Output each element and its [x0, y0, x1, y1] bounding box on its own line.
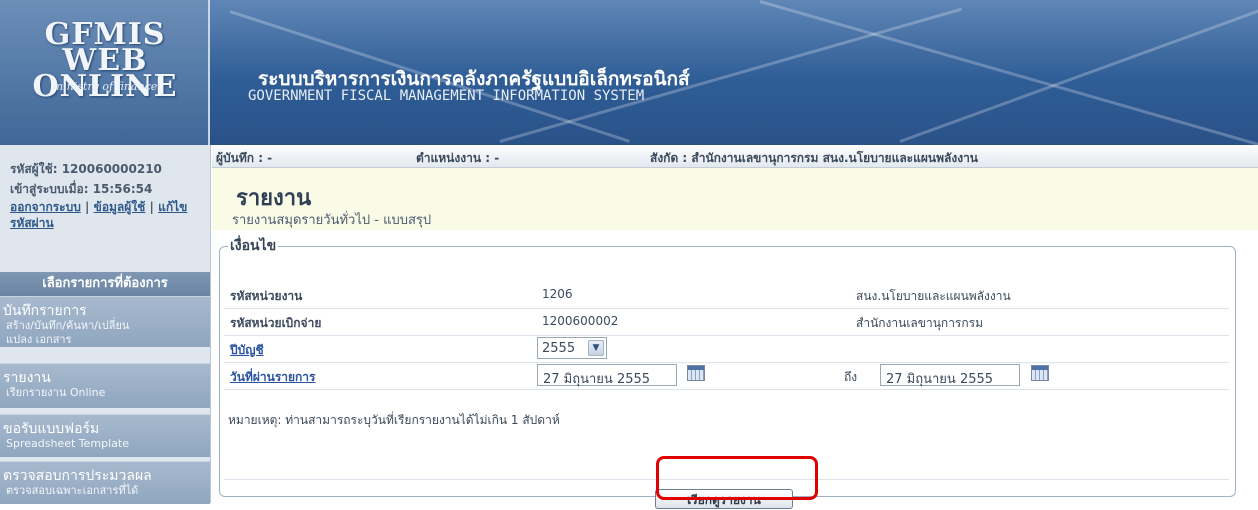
fiscal-year-label[interactable]: ปีบัญชี	[230, 341, 264, 360]
calendar-icon[interactable]	[1031, 365, 1049, 381]
highlight-box	[656, 456, 818, 500]
disbursement-name-value: สำนักงานเลขานุการกรม	[856, 316, 984, 330]
note-text: หมายเหตุ: ท่านสามารถระบุวันที่เรียกรายงา…	[228, 413, 560, 427]
disbursement-code-row: รหัสหน่วยเบิกจ่าย 1200600002 สำนักงานเลข…	[224, 308, 1229, 336]
link-separator: |	[149, 200, 154, 214]
posting-date-row: วันที่ผ่านรายการ 27 มิถุนายน 2555 ถึง 27…	[224, 362, 1229, 390]
recorder-label: ผู้บันทึก : -	[216, 151, 273, 165]
sidebar-item-report[interactable]: รายงาน เรียกรายงาน Online	[0, 363, 210, 408]
posting-date-label[interactable]: วันที่ผ่านรายการ	[230, 368, 316, 387]
header-banner: GFMIS WEB ONLINE ministry of finance ระบ…	[0, 0, 1258, 145]
user-info-bar: ผู้บันทึก : - ตำแหน่งงาน : - สังกัด : สำ…	[212, 145, 1258, 168]
link-separator: |	[85, 200, 90, 214]
sidebar-item-verify[interactable]: ตรวจสอบการประมวลผล ตรวจสอบเฉพาะเอกสารที่…	[0, 461, 210, 504]
logout-link[interactable]: ออกจากระบบ	[10, 200, 81, 214]
gfmis-logo: GFMIS WEB ONLINE ministry of finance	[0, 0, 210, 145]
date-to-input[interactable]: 27 มิถุนายน 2555	[880, 364, 1020, 387]
disbursement-code-value: 1200600002	[542, 314, 619, 328]
calendar-icon[interactable]	[687, 365, 705, 381]
date-from-input[interactable]: 27 มิถุนายน 2555	[537, 364, 677, 387]
sidebar-item-subtitle: เรียกรายงาน Online	[6, 386, 106, 399]
user-info: รหัสผู้ใช้: 120060000210 เข้าสู่ระบบเมื่…	[10, 159, 205, 231]
disbursement-code-label: รหัสหน่วยเบิกจ่าย	[230, 316, 322, 330]
page-subtitle: รายงานสมุดรายวันทั่วไป - แบบสรุป	[232, 213, 432, 228]
unit-code-label: รหัสหน่วยงาน	[230, 289, 303, 303]
affiliation-label: สังกัด : สำนักงานเลขานุการกรม สนง.นโยบาย…	[650, 151, 979, 165]
fiscal-year-value: 2555	[542, 341, 576, 356]
menu-header: เลือกรายการที่ต้องการ	[0, 272, 210, 296]
sidebar-item-forms[interactable]: ขอรับแบบฟอร์ม Spreadsheet Template	[0, 414, 210, 457]
conditions-legend: เงื่อนไข	[230, 238, 277, 254]
sidebar-item-subtitle: Spreadsheet Template	[6, 437, 129, 450]
system-title-english: GOVERNMENT FISCAL MANAGEMENT INFORMATION…	[248, 88, 645, 104]
page-header: รายงาน รายงานสมุดรายวันทั่วไป - แบบสรุป	[212, 168, 1258, 230]
unit-code-row: รหัสหน่วยงาน 1206 สนง.นโยบายและแผนพลังงา…	[224, 281, 1229, 309]
sidebar-item-subtitle: สร้าง/บันทึก/ค้นหา/เปลี่ยน แปลง เอกสาร	[6, 319, 130, 346]
user-id: รหัสผู้ใช้: 120060000210	[10, 162, 162, 176]
login-time: เข้าสู่ระบบเมื่อ: 15:56:54	[10, 182, 153, 196]
sidebar-item-subtitle: ตรวจสอบเฉพาะเอกสารที่ได้	[6, 484, 139, 497]
unit-name-value: สนง.นโยบายและแผนพลังงาน	[856, 289, 1011, 303]
position-label: ตำแหน่งงาน : -	[416, 151, 500, 165]
sidebar-item-record[interactable]: บันทึกรายการ สร้าง/บันทึก/ค้นหา/เปลี่ยน …	[0, 296, 210, 347]
fiscal-year-row: ปีบัญชี 2555 ▼	[224, 335, 1229, 363]
logo-sub-text: ministry of finance	[52, 80, 158, 93]
fiscal-year-select[interactable]: 2555 ▼	[537, 337, 607, 359]
unit-code-value: 1206	[542, 287, 573, 301]
sidebar: รหัสผู้ใช้: 120060000210 เข้าสู่ระบบเมื่…	[0, 145, 211, 504]
chevron-down-icon[interactable]: ▼	[588, 340, 604, 356]
to-label: ถึง	[844, 370, 858, 384]
user-profile-link[interactable]: ข้อมูลผู้ใช้	[94, 200, 146, 214]
